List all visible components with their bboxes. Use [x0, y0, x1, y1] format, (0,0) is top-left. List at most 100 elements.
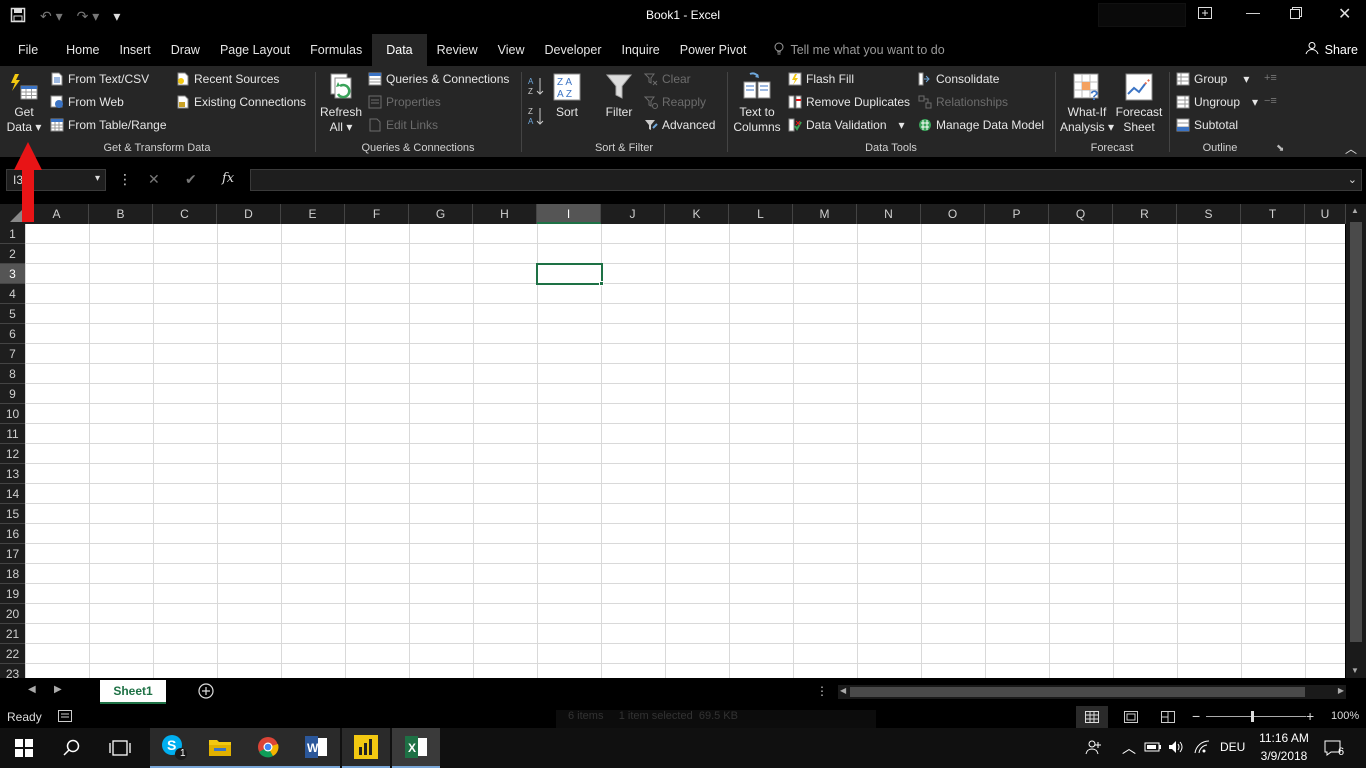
column-header-m[interactable]: M — [793, 204, 857, 224]
what-if-analysis-button[interactable]: ? What-If Analysis ▾ — [1058, 72, 1116, 135]
consolidate-button[interactable]: Consolidate — [918, 72, 999, 86]
tab-view[interactable]: View — [488, 34, 535, 66]
macro-recording-icon[interactable] — [58, 710, 72, 725]
reapply-button[interactable]: Reapply — [644, 95, 706, 109]
row-header-14[interactable]: 14 — [0, 484, 25, 504]
column-header-r[interactable]: R — [1113, 204, 1177, 224]
clear-button[interactable]: Clear — [644, 72, 691, 86]
row-header-18[interactable]: 18 — [0, 564, 25, 584]
column-header-i[interactable]: I — [537, 204, 601, 224]
column-header-j[interactable]: J — [601, 204, 665, 224]
advanced-button[interactable]: Advanced — [644, 118, 715, 132]
zoom-in-icon[interactable]: + — [1306, 708, 1314, 724]
file-explorer-icon[interactable] — [196, 728, 244, 768]
active-cell[interactable] — [536, 263, 603, 285]
row-header-21[interactable]: 21 — [0, 624, 25, 644]
edit-links-button[interactable]: Edit Links — [368, 118, 438, 132]
prev-sheet-icon[interactable]: ◀ — [28, 684, 36, 695]
remove-duplicates-button[interactable]: Remove Duplicates — [788, 95, 910, 109]
row-header-3[interactable]: 3 — [0, 264, 25, 284]
subtotal-button[interactable]: Subtotal — [1176, 118, 1238, 132]
column-header-b[interactable]: B — [89, 204, 153, 224]
column-header-l[interactable]: L — [729, 204, 793, 224]
flash-fill-button[interactable]: Flash Fill — [788, 72, 854, 86]
tab-draw[interactable]: Draw — [161, 34, 210, 66]
row-header-9[interactable]: 9 — [0, 384, 25, 404]
scroll-down-icon[interactable]: ▼ — [1351, 666, 1359, 675]
task-view-icon[interactable] — [96, 728, 144, 768]
show-hidden-icons-icon[interactable]: ︿ — [1122, 738, 1136, 758]
normal-view-button[interactable] — [1076, 706, 1108, 728]
close-icon[interactable]: ✕ — [1338, 4, 1351, 24]
wifi-icon[interactable] — [1194, 740, 1210, 757]
tab-formulas[interactable]: Formulas — [300, 34, 372, 66]
row-header-22[interactable]: 22 — [0, 644, 25, 664]
show-detail-icon[interactable]: +≡ — [1264, 72, 1277, 84]
confirm-entry-icon[interactable]: ✔ — [185, 171, 197, 188]
zoom-out-icon[interactable]: − — [1192, 708, 1200, 724]
row-header-20[interactable]: 20 — [0, 604, 25, 624]
cell-grid[interactable] — [25, 224, 1345, 678]
zoom-level[interactable]: 100% — [1331, 710, 1359, 722]
column-header-d[interactable]: D — [217, 204, 281, 224]
chrome-icon[interactable] — [244, 728, 292, 768]
input-language[interactable]: DEU — [1220, 740, 1245, 754]
cancel-entry-icon[interactable]: ✕ — [148, 171, 160, 188]
text-to-columns-button[interactable]: Text to Columns — [730, 72, 784, 135]
power-bi-icon[interactable] — [342, 728, 390, 768]
dialog-launcher-icon[interactable]: ⬊ — [1276, 143, 1284, 154]
row-header-19[interactable]: 19 — [0, 584, 25, 604]
row-header-17[interactable]: 17 — [0, 544, 25, 564]
tab-developer[interactable]: Developer — [535, 34, 612, 66]
column-header-o[interactable]: O — [921, 204, 985, 224]
formula-input[interactable]: ⌄ — [250, 169, 1362, 191]
row-header-13[interactable]: 13 — [0, 464, 25, 484]
from-table-range-button[interactable]: From Table/Range — [50, 118, 167, 132]
manage-data-model-button[interactable]: Manage Data Model — [918, 118, 1044, 132]
sort-button[interactable]: Z AA Z Sort — [550, 72, 584, 120]
row-header-8[interactable]: 8 — [0, 364, 25, 384]
tab-inquire[interactable]: Inquire — [612, 34, 670, 66]
zoom-slider-thumb[interactable] — [1251, 711, 1254, 722]
share-button[interactable]: Share — [1305, 41, 1358, 58]
forecast-sheet-button[interactable]: Forecast Sheet — [1114, 72, 1164, 135]
fill-handle[interactable] — [599, 281, 604, 286]
tab-page-layout[interactable]: Page Layout — [210, 34, 300, 66]
column-header-t[interactable]: T — [1241, 204, 1305, 224]
column-header-p[interactable]: P — [985, 204, 1049, 224]
battery-icon[interactable] — [1144, 740, 1162, 757]
existing-connections-button[interactable]: Existing Connections — [176, 95, 306, 109]
page-break-view-icon[interactable] — [1161, 711, 1175, 726]
scroll-right-icon[interactable]: ▶ — [1338, 686, 1344, 695]
column-header-n[interactable]: N — [857, 204, 921, 224]
windows-start-icon[interactable] — [0, 728, 48, 768]
row-header-1[interactable]: 1 — [0, 224, 25, 244]
from-web-button[interactable]: From Web — [50, 95, 124, 109]
column-header-s[interactable]: S — [1177, 204, 1241, 224]
column-header-h[interactable]: H — [473, 204, 537, 224]
horizontal-scroll-thumb[interactable] — [850, 687, 1305, 697]
skype-taskbar-icon[interactable]: S 1 — [150, 728, 198, 768]
sort-descending-icon[interactable]: ZA — [528, 106, 546, 129]
from-text-csv-button[interactable]: From Text/CSV — [50, 72, 149, 86]
column-header-e[interactable]: E — [281, 204, 345, 224]
tab-home[interactable]: Home — [56, 34, 109, 66]
row-header-10[interactable]: 10 — [0, 404, 25, 424]
row-header-11[interactable]: 11 — [0, 424, 25, 444]
queries-connections-button[interactable]: Queries & Connections — [368, 72, 509, 86]
column-header-g[interactable]: G — [409, 204, 473, 224]
ribbon-display-options-icon[interactable] — [1198, 6, 1212, 22]
expand-formula-bar-icon[interactable]: ⌄ — [1348, 173, 1357, 186]
account-area[interactable] — [1098, 3, 1186, 27]
refresh-all-button[interactable]: Refresh All ▾ — [320, 72, 362, 135]
group-button[interactable]: Group ▾ — [1176, 72, 1249, 86]
row-header-15[interactable]: 15 — [0, 504, 25, 524]
insert-function-icon[interactable]: fx — [222, 171, 234, 186]
next-sheet-icon[interactable]: ▶ — [54, 684, 62, 695]
relationships-button[interactable]: Relationships — [918, 95, 1008, 109]
ungroup-button[interactable]: Ungroup ▾ — [1176, 95, 1258, 109]
collapse-ribbon-icon[interactable]: ︿ — [1345, 140, 1357, 157]
column-header-q[interactable]: Q — [1049, 204, 1113, 224]
sort-ascending-icon[interactable]: AZ — [528, 76, 546, 99]
search-icon[interactable] — [48, 728, 96, 768]
